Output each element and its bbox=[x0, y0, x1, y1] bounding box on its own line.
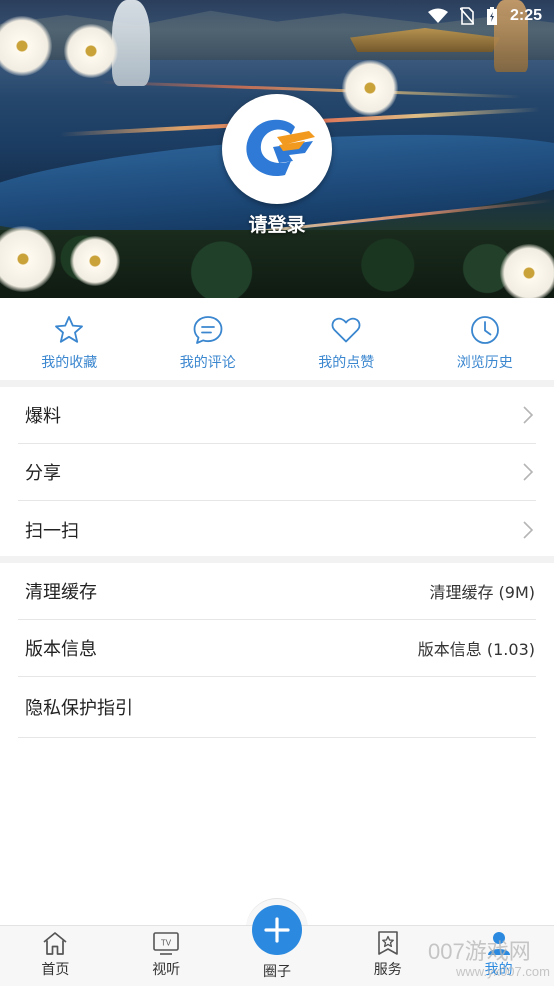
banner-lights bbox=[100, 80, 520, 99]
status-bar: 2:25 bbox=[0, 0, 554, 32]
menu-item-share[interactable]: 分享 bbox=[18, 444, 536, 501]
section-divider bbox=[0, 380, 554, 387]
quick-action-label: 我的评论 bbox=[179, 355, 236, 371]
battery-charging-icon bbox=[486, 7, 497, 25]
my-favorites-button[interactable]: 我的收藏 bbox=[0, 298, 139, 380]
plus-icon bbox=[264, 917, 290, 943]
service-icon bbox=[377, 931, 398, 955]
nav-label: 首页 bbox=[41, 962, 70, 978]
quick-action-label: 浏览历史 bbox=[456, 355, 513, 371]
flower-decoration bbox=[342, 60, 398, 116]
menu-item-label: 爆料 bbox=[25, 406, 61, 427]
nav-label: 我的 bbox=[484, 962, 513, 978]
flower-decoration bbox=[70, 236, 120, 286]
nav-label: 视听 bbox=[152, 962, 181, 978]
nav-mine[interactable]: 我的 bbox=[443, 926, 554, 986]
chevron-right-icon bbox=[523, 520, 534, 539]
wifi-icon bbox=[427, 8, 448, 23]
my-comments-button[interactable]: 我的评论 bbox=[139, 298, 278, 380]
comment-icon bbox=[193, 316, 223, 344]
menu-item-version-info[interactable]: 版本信息 版本信息 (1.03) bbox=[18, 620, 536, 677]
app-logo-icon bbox=[246, 119, 315, 177]
my-likes-button[interactable]: 我的点赞 bbox=[277, 298, 416, 380]
cache-size-value: 清理缓存 (9M) bbox=[429, 583, 535, 602]
user-icon bbox=[487, 932, 510, 955]
quick-actions: 我的收藏 我的评论 我的点赞 浏览历史 bbox=[0, 298, 554, 380]
nav-service[interactable]: 服务 bbox=[332, 926, 443, 986]
menu-item-label: 隐私保护指引 bbox=[25, 698, 133, 719]
nav-label: 服务 bbox=[373, 962, 402, 978]
chevron-right-icon bbox=[523, 406, 534, 424]
nav-home[interactable]: 首页 bbox=[0, 926, 111, 986]
fab-label: 圈子 bbox=[263, 964, 291, 980]
quick-action-label: 我的点赞 bbox=[318, 355, 375, 371]
nav-media[interactable]: TV 视听 bbox=[111, 926, 222, 986]
avatar[interactable] bbox=[222, 94, 332, 204]
flower-decoration bbox=[500, 244, 554, 298]
chevron-right-icon bbox=[523, 463, 534, 481]
menu-item-label: 清理缓存 bbox=[25, 582, 97, 603]
menu-item-scan[interactable]: 扫一扫 bbox=[18, 501, 536, 558]
menu-item-report[interactable]: 爆料 bbox=[18, 387, 536, 444]
menu-item-label: 扫一扫 bbox=[25, 520, 79, 542]
add-post-button[interactable] bbox=[252, 905, 302, 955]
home-icon bbox=[43, 932, 67, 955]
quick-action-label: 我的收藏 bbox=[41, 355, 98, 371]
menu-item-label: 版本信息 bbox=[25, 639, 97, 660]
no-sim-icon bbox=[459, 7, 474, 25]
browse-history-button[interactable]: 浏览历史 bbox=[416, 298, 554, 380]
heart-icon bbox=[331, 317, 361, 343]
clock-icon bbox=[470, 316, 499, 344]
login-prompt[interactable]: 请登录 bbox=[0, 210, 554, 237]
menu-item-label: 分享 bbox=[25, 463, 61, 484]
menu-item-privacy-guide[interactable]: 隐私保护指引 bbox=[18, 677, 536, 738]
tv-icon: TV bbox=[153, 932, 179, 955]
menu-item-clear-cache[interactable]: 清理缓存 清理缓存 (9M) bbox=[18, 563, 536, 620]
status-time: 2:25 bbox=[509, 7, 542, 24]
tv-icon-text: TV bbox=[161, 939, 172, 948]
star-icon bbox=[55, 316, 84, 343]
version-value: 版本信息 (1.03) bbox=[417, 640, 535, 659]
flower-decoration bbox=[64, 24, 118, 78]
section-divider bbox=[0, 556, 554, 563]
